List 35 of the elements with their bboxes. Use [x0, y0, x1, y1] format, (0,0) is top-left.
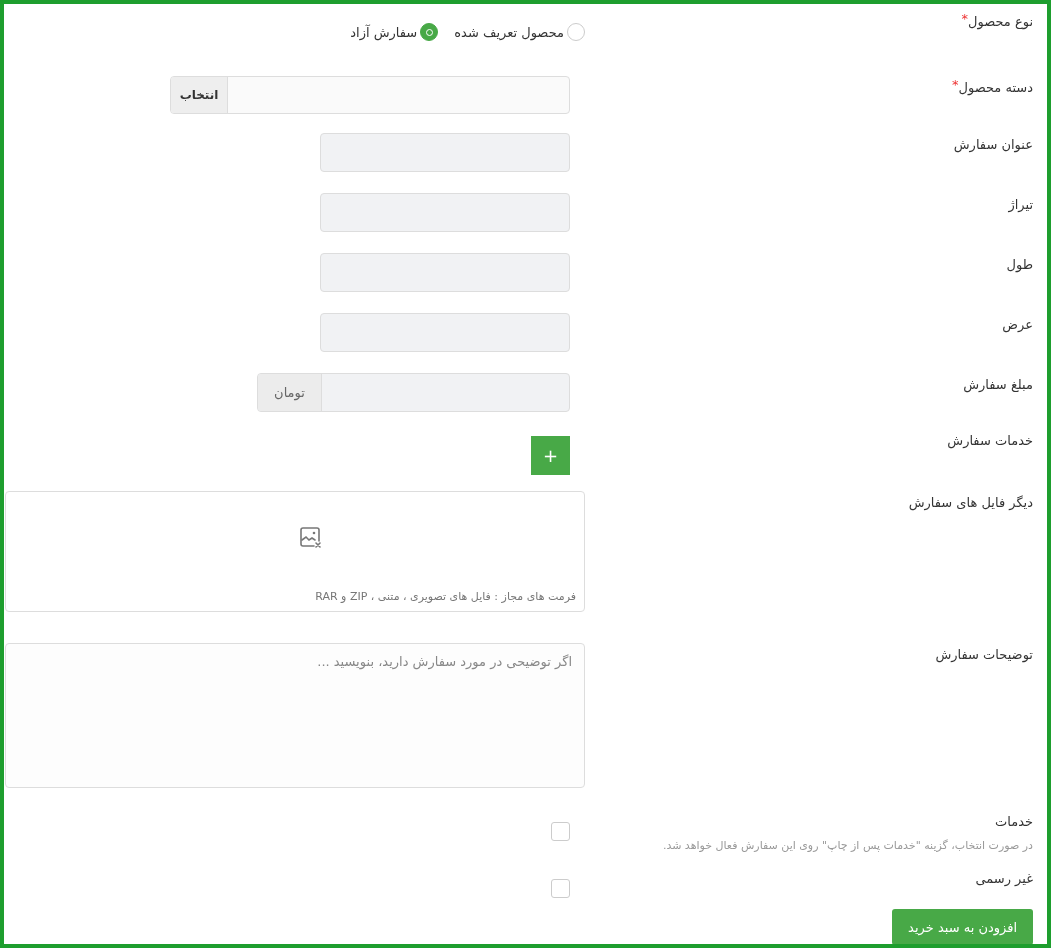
upload-hint: فرمت های مجاز : فایل های تصویری ، متنی ، ZIP و RAR: [315, 590, 576, 603]
field-label: مبلغ سفارش: [963, 376, 1033, 395]
description-field[interactable]: اگر توضیحی در مورد سفارش دارید، بنویسید ...: [5, 643, 585, 788]
image-icon: [298, 525, 322, 549]
field-label: توضیحات سفارش: [935, 646, 1033, 665]
currency-addon: تومان: [258, 374, 322, 411]
field-label: نوع محصول: [968, 13, 1033, 32]
field-label: خدمات سفارش: [947, 432, 1033, 451]
checkbox[interactable]: [551, 822, 570, 841]
input-field[interactable]: [320, 253, 570, 292]
radio-label: سفارش آزاد: [350, 24, 418, 40]
field-label: طول: [1006, 256, 1033, 275]
field-label: عرض: [1002, 316, 1033, 335]
radio-label: محصول تعریف شده: [454, 24, 564, 40]
price-field[interactable]: تومان: [257, 373, 570, 412]
field-label: تیراژ: [1008, 196, 1033, 215]
radio-button[interactable]: [420, 23, 439, 41]
required-mark: *: [961, 12, 968, 26]
help-text: در صورت انتخاب، گزینه "خدمات پس از چاپ" روی این سفارش فعال خواهد شد.: [662, 839, 1033, 852]
add-button[interactable]: +: [531, 436, 570, 475]
add-to-cart-button[interactable]: افزودن به سبد خرید: [892, 909, 1033, 944]
category-field[interactable]: انتخاب: [170, 76, 570, 114]
field-label: عنوان سفارش: [953, 136, 1033, 155]
checkbox-label: غیر رسمی: [975, 870, 1033, 889]
field-label: دیگر فایل های سفارش: [908, 494, 1033, 513]
input-field[interactable]: [320, 193, 570, 232]
radio-button[interactable]: [567, 23, 585, 41]
upload-area[interactable]: فرمت های مجاز : فایل های تصویری ، متنی ، ZIP و RAR: [5, 491, 585, 612]
select-button[interactable]: انتخاب: [171, 77, 228, 113]
field-label: دسته محصول: [958, 79, 1033, 98]
input-field[interactable]: [320, 133, 570, 172]
input-field[interactable]: [320, 313, 570, 352]
checkbox[interactable]: [551, 879, 570, 898]
required-mark: *: [952, 78, 959, 92]
checkbox-label: خدمات: [994, 813, 1033, 831]
